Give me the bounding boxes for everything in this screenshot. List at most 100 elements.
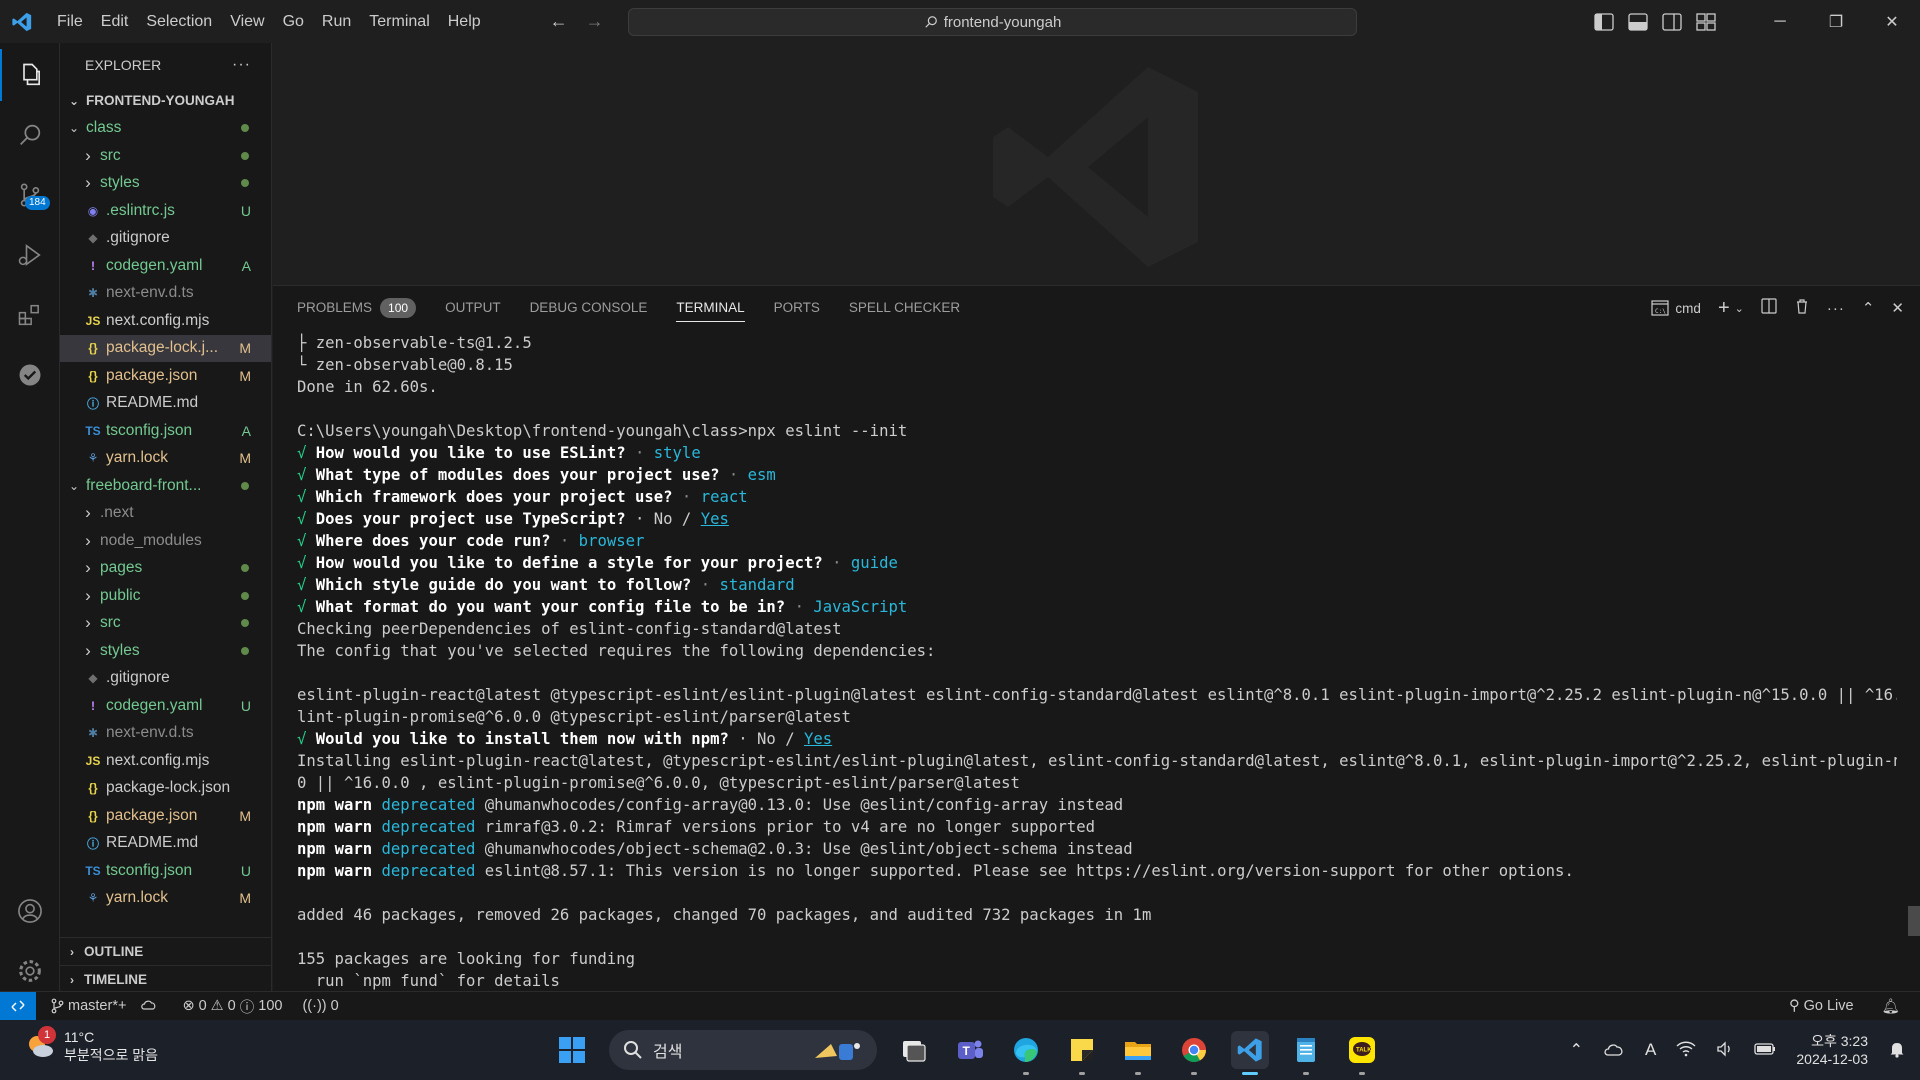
sync-icon[interactable]: [140, 999, 158, 1013]
timeline-section[interactable]: › TIMELINE: [60, 965, 271, 993]
file-item[interactable]: ◆ .gitignore: [60, 225, 271, 253]
chevron-down-icon[interactable]: ⌄: [1735, 302, 1744, 315]
folder-item[interactable]: ⌄ freeboard-front...: [60, 472, 271, 500]
file-item[interactable]: {} package-lock.json: [60, 775, 271, 803]
menu-go[interactable]: Go: [274, 0, 313, 43]
windows-start-icon[interactable]: [553, 1031, 591, 1069]
file-item[interactable]: {} package.json M: [60, 362, 271, 390]
notepad-app-icon[interactable]: [1287, 1031, 1325, 1075]
file-item[interactable]: ✱ next-env.d.ts: [60, 720, 271, 748]
terminal-shell-selector[interactable]: C:\ cmd: [1651, 300, 1701, 316]
battery-icon[interactable]: [1754, 1042, 1776, 1059]
terminal-scrollbar[interactable]: [1908, 906, 1920, 936]
file-item[interactable]: JS next.config.mjs: [60, 747, 271, 775]
git-branch[interactable]: master*+: [50, 998, 126, 1014]
file-item[interactable]: TS tsconfig.json U: [60, 857, 271, 885]
vscode-taskbar-icon[interactable]: [1231, 1031, 1269, 1075]
tab-debug-console[interactable]: DEBUG CONSOLE: [530, 286, 648, 330]
system-clock[interactable]: 오후 3:23 2024-12-03: [1796, 1032, 1868, 1068]
forward-arrow-icon[interactable]: →: [586, 11, 604, 32]
weather-widget[interactable]: 1 11°C 부분적으로 맑음: [24, 1026, 158, 1064]
extensions-icon[interactable]: [0, 289, 60, 341]
outline-section[interactable]: › OUTLINE: [60, 937, 271, 965]
input-method-icon[interactable]: A: [1645, 1040, 1656, 1060]
run-debug-icon[interactable]: [0, 229, 60, 281]
edge-browser-icon[interactable]: [1007, 1031, 1045, 1075]
kakaotalk-app-icon[interactable]: TALK: [1343, 1031, 1381, 1075]
menu-help[interactable]: Help: [439, 0, 490, 43]
tab-output[interactable]: OUTPUT: [445, 286, 501, 330]
folder-item[interactable]: › src: [60, 142, 271, 170]
search-view-icon[interactable]: [0, 109, 60, 161]
customize-layout-icon[interactable]: [1696, 12, 1716, 31]
toggle-secondary-sidebar-icon[interactable]: [1662, 12, 1682, 31]
restore-icon[interactable]: ❐: [1808, 0, 1864, 43]
file-item[interactable]: ⚘ yarn.lock M: [60, 885, 271, 913]
workspace-root[interactable]: ⌄ FRONTEND-YOUNGAH: [60, 87, 271, 115]
split-terminal-icon[interactable]: [1761, 298, 1777, 318]
source-control-icon[interactable]: 184: [0, 169, 60, 221]
folder-item[interactable]: › pages: [60, 555, 271, 583]
file-item[interactable]: ⚘ yarn.lock M: [60, 445, 271, 473]
terminal-output[interactable]: ├ zen-observable-ts@1.2.5 └ zen-observabl…: [297, 332, 1897, 992]
show-hidden-icons-chevron-icon[interactable]: ⌃: [1570, 1040, 1583, 1060]
wifi-icon[interactable]: [1676, 1041, 1696, 1060]
teams-app-icon[interactable]: T: [951, 1031, 989, 1069]
maximize-panel-icon[interactable]: ⌃: [1862, 299, 1875, 317]
menu-run[interactable]: Run: [313, 0, 360, 43]
new-terminal-icon[interactable]: +: [1718, 297, 1730, 320]
tab-problems[interactable]: PROBLEMS 100: [297, 286, 417, 330]
file-item[interactable]: {} package-lock.j... M: [60, 334, 271, 362]
taskbar-search[interactable]: 검색: [609, 1030, 877, 1070]
folder-item[interactable]: › src: [60, 610, 271, 638]
tab-ports[interactable]: PORTS: [774, 286, 820, 330]
file-explorer-icon[interactable]: [1119, 1031, 1157, 1075]
tab-spell-checker[interactable]: SPELL CHECKER: [849, 286, 960, 330]
folder-item[interactable]: › public: [60, 582, 271, 610]
file-item[interactable]: ! codegen.yaml A: [60, 252, 271, 280]
command-center-search[interactable]: frontend-youngah: [628, 8, 1357, 36]
folder-item[interactable]: › node_modules: [60, 527, 271, 555]
menu-selection[interactable]: Selection: [137, 0, 221, 43]
file-item[interactable]: TS tsconfig.json A: [60, 417, 271, 445]
minimize-icon[interactable]: ─: [1752, 0, 1808, 43]
notification-center-bell-icon[interactable]: [1888, 1040, 1906, 1061]
problems-status[interactable]: ⊗ 0 ⚠ 0 ⓘ 100: [182, 996, 282, 1017]
back-arrow-icon[interactable]: ←: [550, 11, 568, 32]
file-item[interactable]: ◆ .gitignore: [60, 665, 271, 693]
testing-icon[interactable]: [0, 349, 60, 401]
folder-item[interactable]: ⌄ class: [60, 115, 271, 143]
go-live-button[interactable]: ⚲ Go Live: [1789, 998, 1854, 1014]
task-view-icon[interactable]: [895, 1031, 933, 1069]
close-panel-icon[interactable]: ✕: [1891, 299, 1904, 317]
more-actions-icon[interactable]: ···: [1827, 300, 1845, 317]
folder-item[interactable]: › styles: [60, 170, 271, 198]
chrome-browser-icon[interactable]: [1175, 1031, 1213, 1075]
notifications-bell-icon[interactable]: 🔔︎: [1882, 998, 1900, 1015]
file-item[interactable]: ⓘ README.md: [60, 830, 271, 858]
more-actions-icon[interactable]: ···: [232, 56, 251, 74]
onedrive-cloud-icon[interactable]: [1603, 1042, 1625, 1059]
kill-terminal-trash-icon[interactable]: [1794, 298, 1810, 318]
file-item[interactable]: ⓘ README.md: [60, 390, 271, 418]
file-item[interactable]: JS next.config.mjs: [60, 307, 271, 335]
toggle-panel-icon[interactable]: [1628, 12, 1648, 31]
folder-item[interactable]: › styles: [60, 637, 271, 665]
file-item[interactable]: ◉ .eslintrc.js U: [60, 197, 271, 225]
vscode-logo-icon[interactable]: [0, 0, 44, 43]
menu-edit[interactable]: Edit: [92, 0, 138, 43]
file-item[interactable]: ✱ next-env.d.ts: [60, 280, 271, 308]
sticky-notes-app-icon[interactable]: [1063, 1031, 1101, 1075]
menu-file[interactable]: File: [48, 0, 92, 43]
accounts-icon[interactable]: [0, 885, 60, 937]
folder-item[interactable]: › .next: [60, 500, 271, 528]
menu-view[interactable]: View: [221, 0, 273, 43]
manage-gear-icon[interactable]: [0, 945, 60, 997]
menu-terminal[interactable]: Terminal: [360, 0, 438, 43]
explorer-icon[interactable]: [0, 49, 60, 101]
remote-indicator-icon[interactable]: [0, 991, 36, 1021]
toggle-primary-sidebar-icon[interactable]: [1594, 12, 1614, 31]
file-item[interactable]: {} package.json M: [60, 802, 271, 830]
volume-icon[interactable]: [1716, 1040, 1734, 1060]
file-item[interactable]: ! codegen.yaml U: [60, 692, 271, 720]
